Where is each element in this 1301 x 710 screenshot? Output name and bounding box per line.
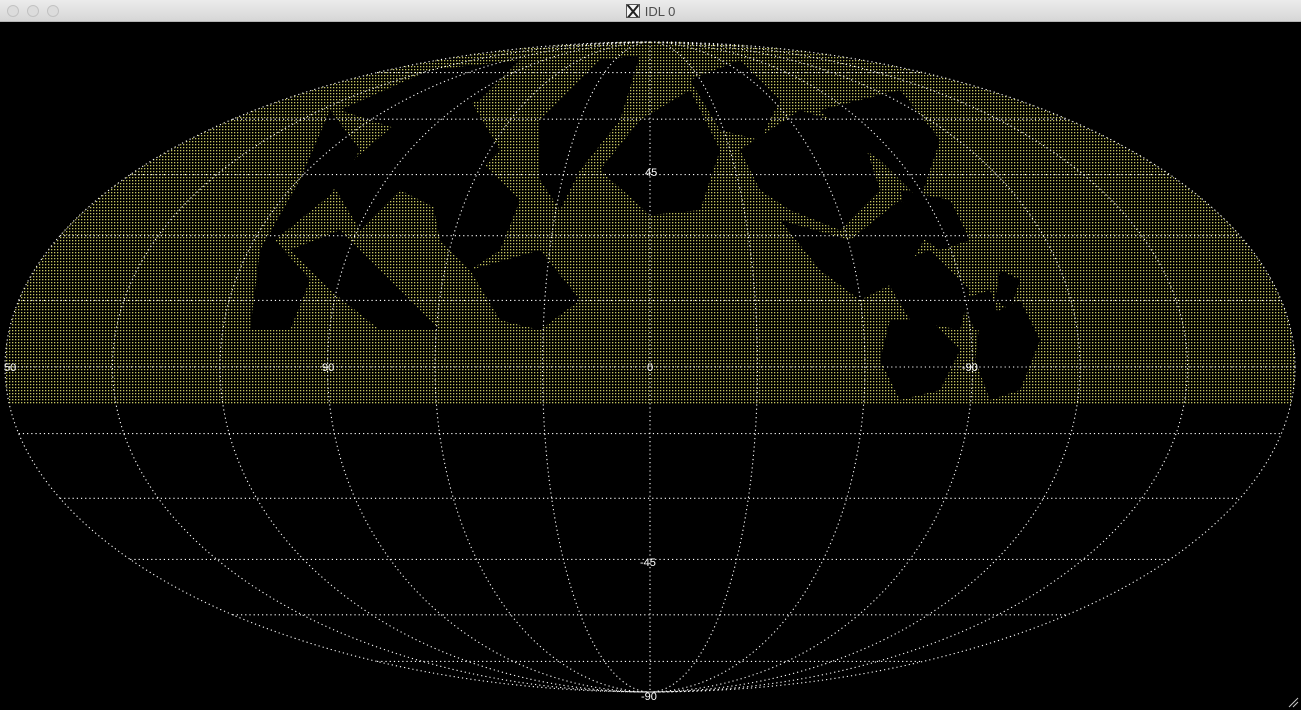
lat-label: -45 — [640, 557, 656, 569]
window-title: IDL 0 — [644, 3, 676, 19]
lat-label: -90 — [641, 691, 657, 703]
lon-label: 50 — [4, 362, 16, 374]
lon-label: -90 — [962, 362, 978, 374]
resize-grip-icon[interactable] — [1287, 696, 1299, 708]
lon-label: 0 — [647, 362, 653, 374]
window-title-group: IDL 0 — [0, 0, 1301, 22]
window-titlebar[interactable]: IDL 0 — [0, 0, 1301, 22]
x11-icon — [625, 4, 640, 18]
lon-label: 90 — [322, 362, 334, 374]
lat-label: 45 — [645, 167, 657, 179]
map-plot: 50 90 0 -90 45 -45 -90 — [0, 22, 1301, 710]
